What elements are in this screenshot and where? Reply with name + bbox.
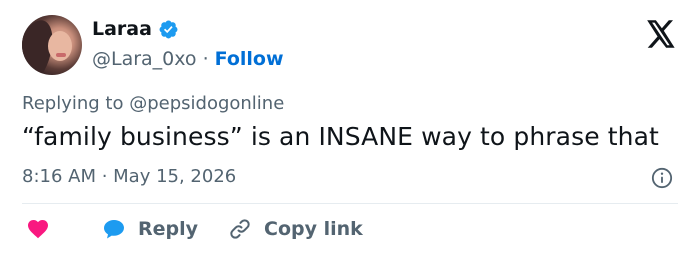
follow-button[interactable]: Follow [215,48,284,70]
copy-link-label: Copy link [264,218,363,240]
divider [22,203,678,204]
tweet-text: “family business” is an INSANE way to ph… [22,122,659,151]
link-icon [228,217,252,241]
avatar-lips [56,53,66,57]
avatar[interactable] [22,15,82,75]
speech-bubble-icon [102,217,126,241]
like-button[interactable] [26,217,50,241]
reply-button[interactable]: Reply [102,217,198,241]
tweet-timestamp[interactable]: 8:16 AM · May 15, 2026 [22,166,236,187]
replying-to-label: Replying to [22,93,124,114]
user-handle[interactable]: @Lara_0xo [92,48,197,70]
copy-link-button[interactable]: Copy link [228,217,363,241]
action-bar: Reply Copy link [22,214,363,244]
replying-to-mention[interactable]: @pepsidogonline [129,93,284,114]
heart-icon [26,217,50,241]
reply-label: Reply [138,218,199,240]
info-icon[interactable] [651,167,673,189]
user-name-row: Laraa [92,18,179,40]
separator-dot: · [202,48,209,70]
verified-badge-icon [158,19,179,40]
replying-to-line: Replying to @pepsidogonline [22,93,284,114]
user-display-name[interactable]: Laraa [92,18,152,40]
x-logo-icon[interactable] [646,20,676,48]
user-handle-row: @Lara_0xo · Follow [92,48,284,70]
